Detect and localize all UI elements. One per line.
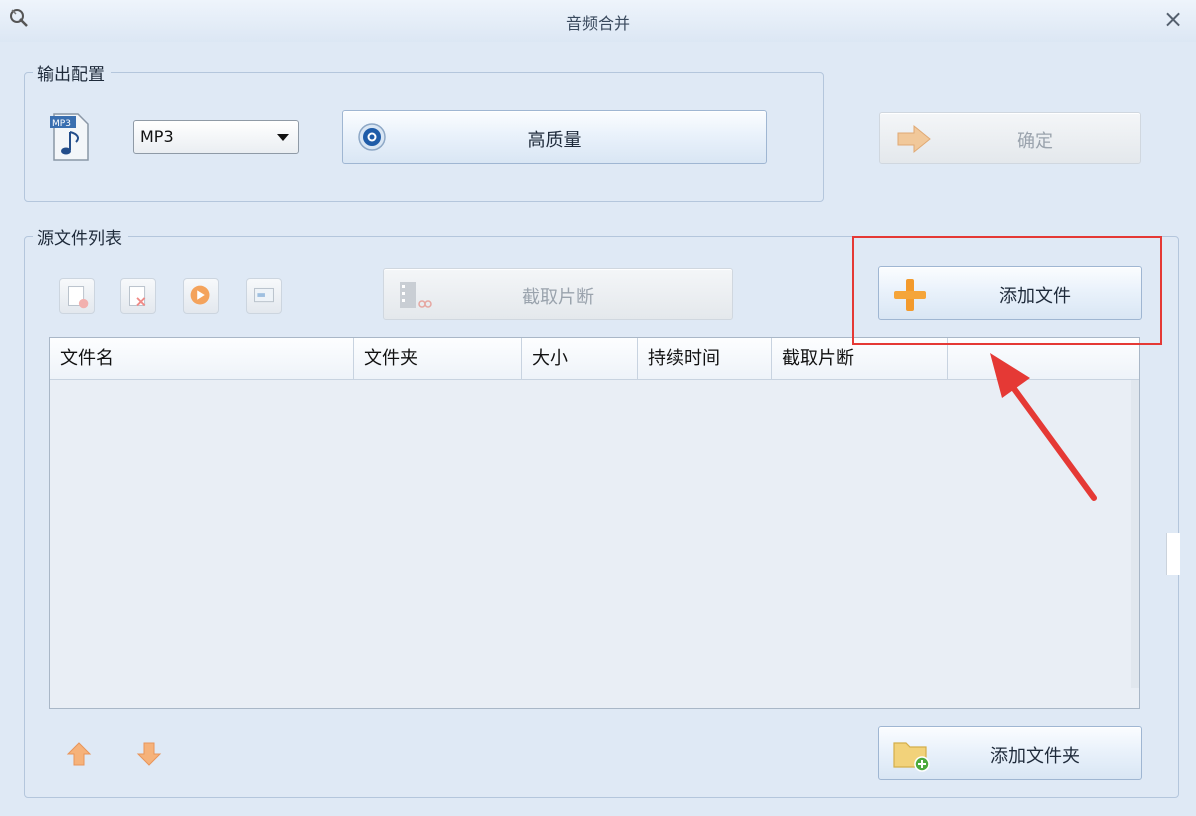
format-select[interactable]: MP3: [133, 120, 299, 154]
mp3-file-icon: MP3: [50, 113, 89, 161]
confirm-button[interactable]: 确定: [879, 112, 1141, 164]
add-folder-icon: [893, 742, 930, 772]
source-files-legend: 源文件列表: [33, 224, 128, 249]
clip-button-label: 截取片断: [522, 287, 594, 308]
chevron-down-icon: [277, 134, 289, 141]
add-folder-button[interactable]: 添加文件夹: [878, 726, 1142, 780]
file-list[interactable]: 文件名 文件夹 大小 持续时间 截取片断: [49, 337, 1140, 709]
column-size[interactable]: 大小: [522, 338, 638, 379]
column-folder[interactable]: 文件夹: [354, 338, 522, 379]
play-icon-glyph: [190, 285, 210, 305]
delete-file-icon[interactable]: [120, 278, 156, 314]
list-scrollbar[interactable]: [1131, 380, 1139, 688]
output-config-legend: 输出配置: [33, 60, 111, 85]
confirm-button-label: 确定: [1017, 131, 1053, 152]
arrow-right-icon: [897, 124, 931, 154]
quality-button[interactable]: 高质量: [342, 110, 767, 164]
properties-icon[interactable]: [246, 278, 282, 314]
quality-button-label: 高质量: [527, 130, 582, 151]
column-filename[interactable]: 文件名: [50, 338, 354, 379]
column-duration[interactable]: 持续时间: [638, 338, 772, 379]
format-select-value: MP3: [140, 127, 174, 146]
remove-file-icon[interactable]: [59, 278, 95, 314]
arrow-down-icon[interactable]: [136, 740, 162, 768]
play-icon[interactable]: [183, 278, 219, 314]
delete-file-icon-glyph: [129, 286, 146, 307]
window-title: 音频合并: [565, 14, 630, 33]
arrow-up-icon[interactable]: [66, 740, 92, 768]
highlight-box: [852, 236, 1162, 345]
scrollbar-thumb[interactable]: [1166, 533, 1180, 575]
title-bar: 音频合并 ×: [0, 0, 1196, 42]
svg-text:MP3: MP3: [52, 119, 71, 129]
remove-file-icon-glyph: [68, 286, 89, 309]
clip-button[interactable]: 截取片断: [383, 268, 733, 320]
close-button[interactable]: ×: [1158, 4, 1188, 34]
add-folder-button-label: 添加文件夹: [990, 746, 1080, 767]
properties-icon-glyph: [254, 287, 274, 303]
